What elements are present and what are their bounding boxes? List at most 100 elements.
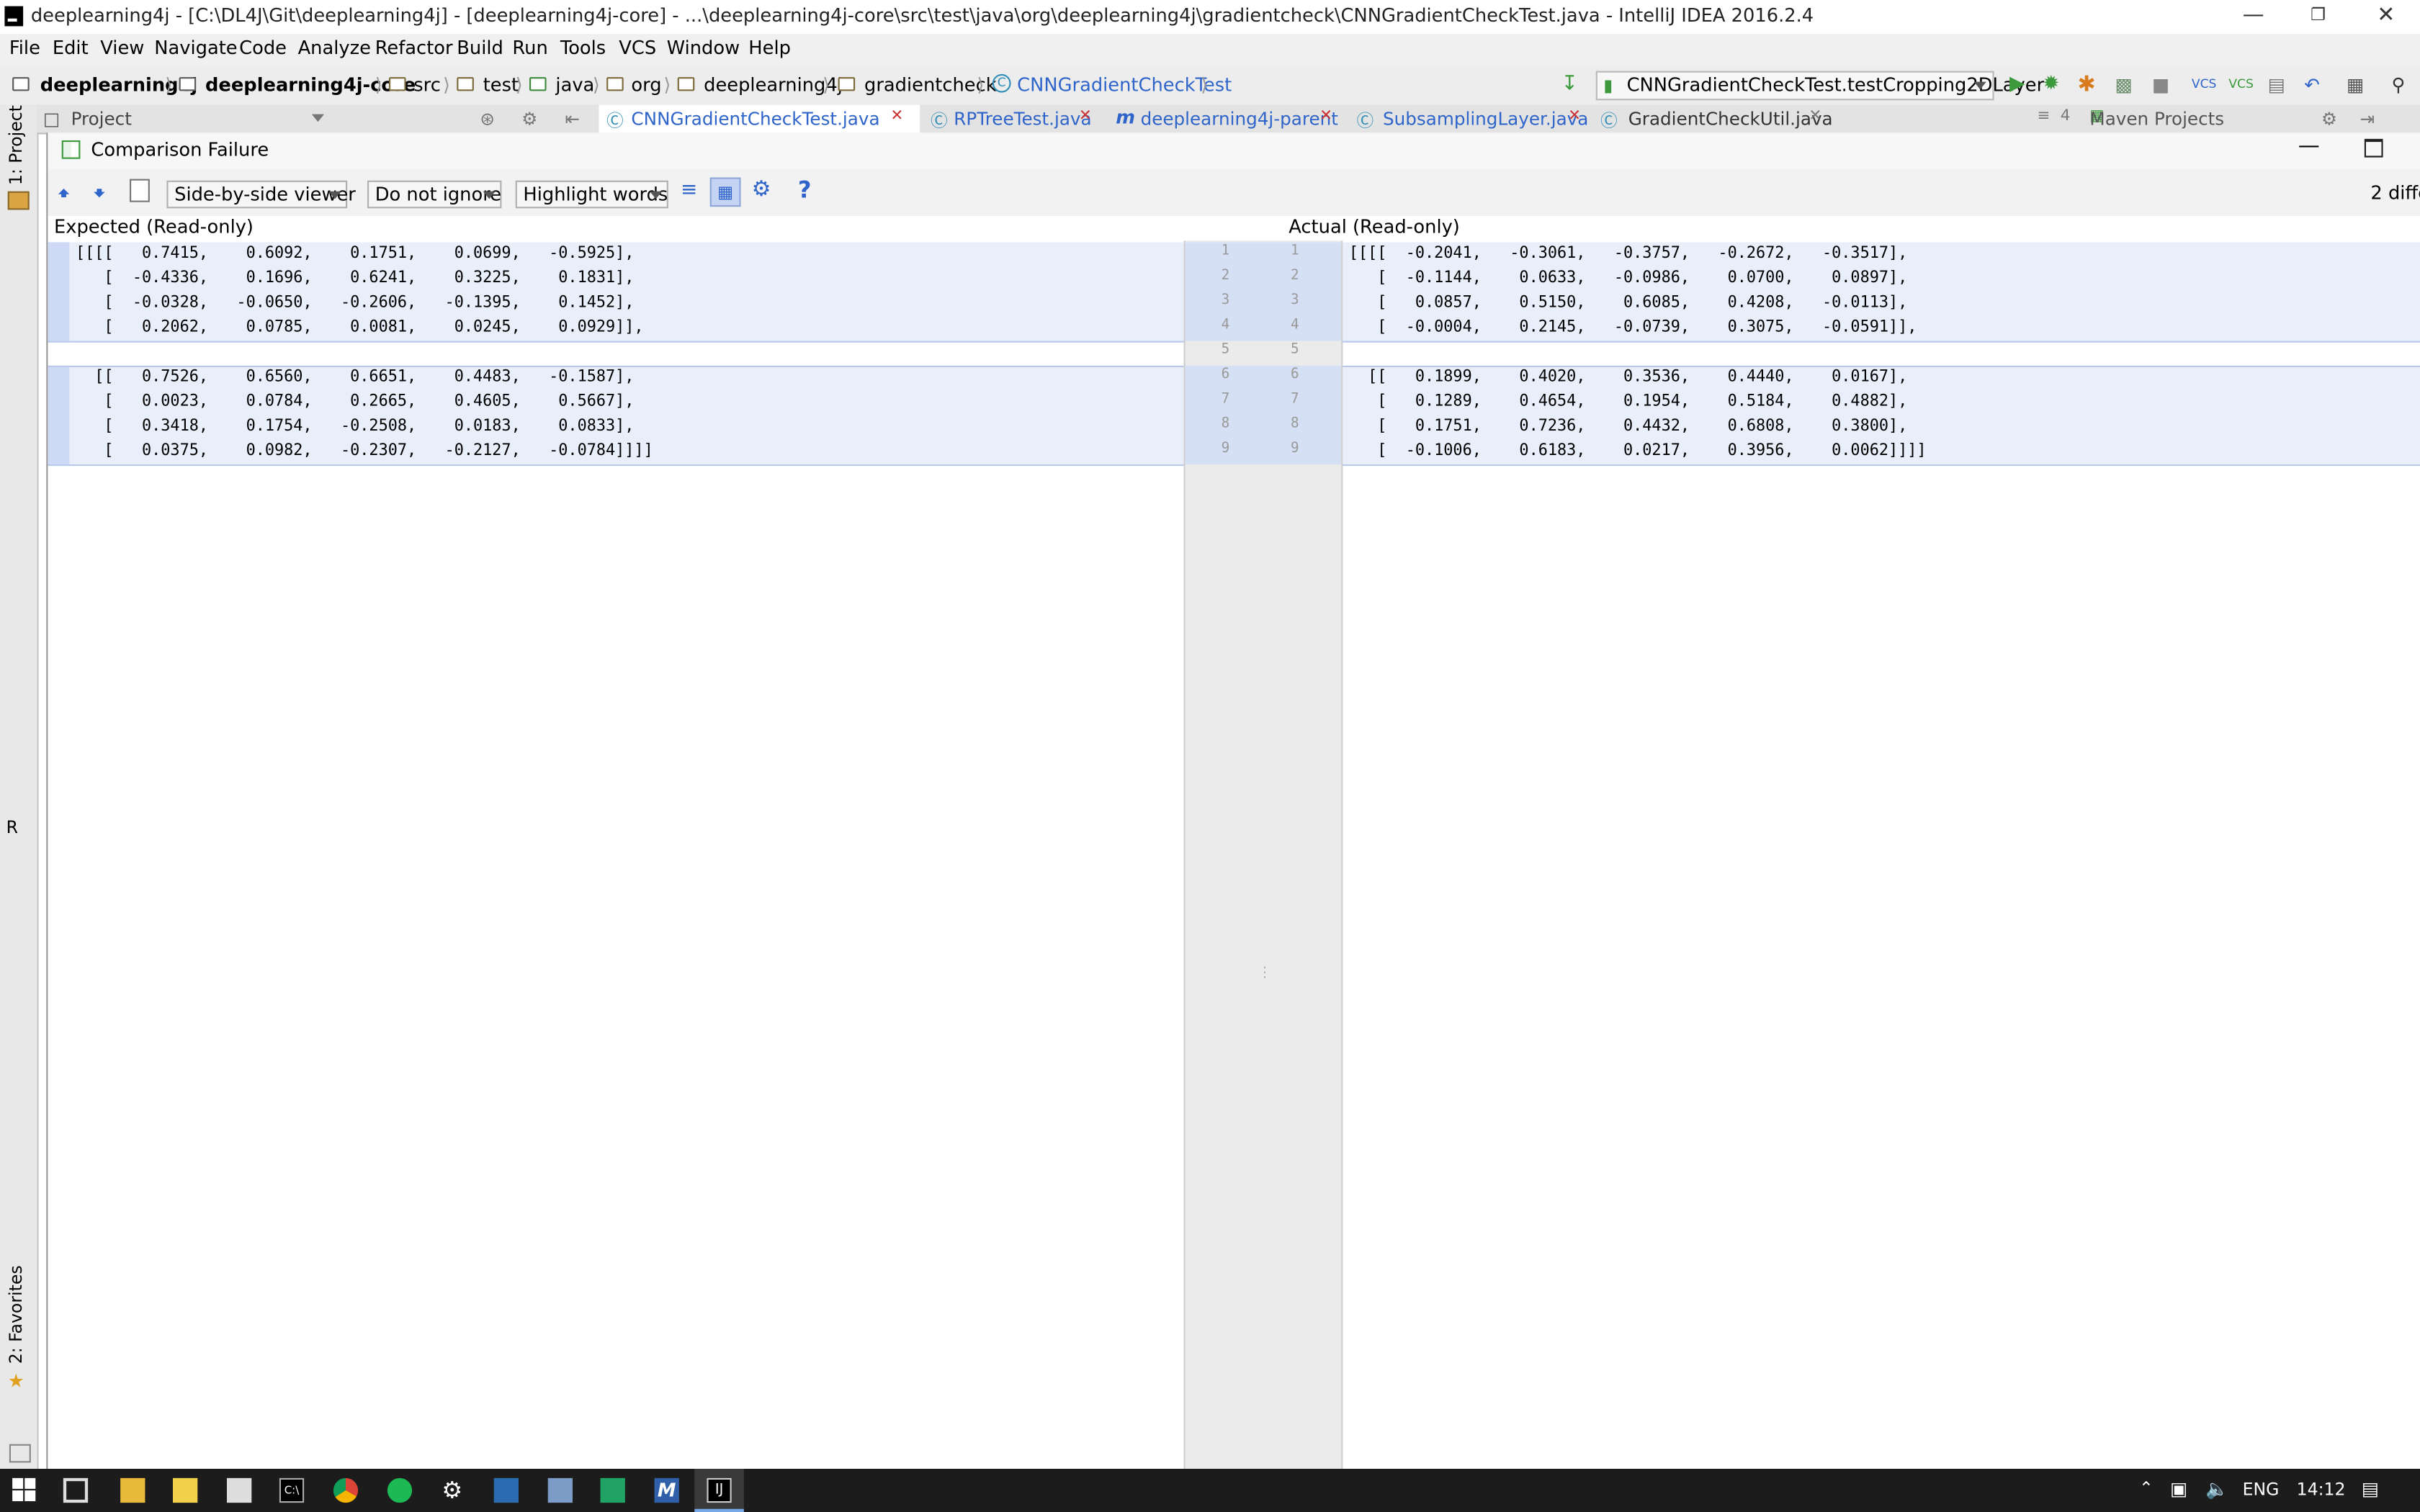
menu-help[interactable]: Help: [748, 37, 791, 58]
menu-view[interactable]: View: [100, 37, 144, 58]
diff-icon: [61, 140, 81, 159]
panel-toggle-icon[interactable]: [9, 1444, 31, 1463]
close-icon[interactable]: ✕: [890, 108, 903, 125]
menu-analyze[interactable]: Analyze: [298, 37, 371, 58]
ignore-mode-select[interactable]: Do not ignore: [367, 180, 502, 209]
debug-icon[interactable]: ✹: [2040, 73, 2062, 96]
line-number: 8: [1221, 416, 1230, 432]
run-icon[interactable]: ▶: [2007, 73, 2028, 96]
settings-gear-icon[interactable]: ⚙: [521, 108, 537, 130]
splitter-handle[interactable]: ⋮: [1258, 966, 1271, 981]
maven-projects-tab[interactable]: Maven Projects: [2089, 108, 2224, 130]
next-difference-icon[interactable]: 🠻: [93, 177, 106, 214]
outlook-icon[interactable]: [493, 1477, 519, 1503]
vcs-update-icon[interactable]: VCS: [2192, 74, 2217, 96]
menu-window[interactable]: Window: [667, 37, 740, 58]
tool-tab-project-panel[interactable]: Project: [71, 108, 132, 130]
breadcrumb-cnngradientchecktest[interactable]: CNNGradientCheckTest: [1017, 74, 1232, 96]
help-icon[interactable]: ?: [798, 176, 812, 204]
tool-tab-r[interactable]: R: [6, 818, 18, 838]
settings-gear-icon[interactable]: ⚙: [752, 177, 771, 202]
tab-rptreetest[interactable]: Ⓒ RPTreeTest.java ✕: [923, 105, 1105, 133]
vcs-commit-icon[interactable]: VCS: [2228, 74, 2254, 96]
restore-window-button[interactable]: ❐: [2287, 0, 2349, 34]
photos-icon[interactable]: [547, 1477, 573, 1503]
line-number: 6: [1291, 366, 1299, 383]
breadcrumb-deeplearning4j-core[interactable]: deeplearning4j-core: [205, 74, 416, 96]
file-explorer-icon[interactable]: [120, 1477, 145, 1503]
maven-icon: m: [1116, 106, 1136, 128]
chrome-icon[interactable]: [333, 1477, 359, 1503]
intellij-taskbar-button[interactable]: IJ: [694, 1468, 744, 1512]
breadcrumb-src[interactable]: src: [413, 74, 441, 96]
language-indicator[interactable]: ENG: [2243, 1480, 2280, 1500]
run-configuration-select[interactable]: ▮ CNNGradientCheckTest.testCropping2DLay…: [1595, 71, 2044, 101]
chevron-down-icon[interactable]: [311, 114, 324, 122]
profile-icon[interactable]: ▩: [2113, 74, 2135, 96]
action-center-icon[interactable]: ▤: [2362, 1478, 2379, 1500]
menu-tools[interactable]: Tools: [560, 37, 606, 58]
collapse-unchanged-icon[interactable]: ≡: [681, 179, 697, 202]
revert-icon[interactable]: ↶: [2301, 74, 2323, 96]
menu-refactor[interactable]: Refactor: [375, 37, 453, 58]
previous-difference-icon[interactable]: 🠹: [57, 177, 70, 214]
tab-deeplearning4j-parent[interactable]: m deeplearning4j-parent ✕: [1108, 105, 1346, 133]
stop-icon[interactable]: ■: [2150, 74, 2172, 96]
code-line: [[[[ -0.2041, -0.3061, -0.3757, -0.2672,…: [1348, 245, 1908, 263]
menu-run[interactable]: Run: [512, 37, 547, 58]
collapse-icon[interactable]: ⊛: [480, 108, 495, 130]
tab-gradientcheckutil[interactable]: Ⓒ GradientCheckUtil.java ✕: [1592, 105, 1837, 133]
tool-tab-favorites[interactable]: 2: Favorites: [6, 1265, 27, 1364]
menu-code[interactable]: Code: [239, 37, 287, 58]
tool-tab-project[interactable]: 1: Project: [6, 105, 27, 185]
viewer-mode-select[interactable]: Side-by-side viewer: [166, 180, 356, 209]
close-icon[interactable]: ✕: [1809, 108, 1821, 125]
minimize-window-button[interactable]: —: [2223, 0, 2285, 34]
menu-vcs[interactable]: VCS: [619, 37, 656, 58]
search-everywhere-icon[interactable]: ⚲: [2388, 74, 2409, 96]
highlight-mode-select[interactable]: Highlight words: [515, 180, 668, 209]
breadcrumb-deeplearning4j[interactable]: deeplearning4j: [40, 74, 198, 96]
clion-icon[interactable]: [600, 1477, 625, 1503]
settings-gear-icon[interactable]: ⚙: [2321, 108, 2337, 130]
tab-cnngradientchecktest[interactable]: Ⓒ CNNGradientCheckTest.java ✕: [599, 104, 920, 133]
edit-source-icon[interactable]: [130, 179, 150, 202]
tab-overflow-count[interactable]: 4: [2061, 108, 2071, 125]
volume-icon[interactable]: 🔈: [2205, 1478, 2228, 1500]
maple-icon[interactable]: M: [654, 1477, 679, 1503]
coverage-icon[interactable]: ✱: [2076, 74, 2097, 96]
tab-subsamplinglayer[interactable]: Ⓒ SubsamplingLayer.java ✕: [1349, 105, 1590, 133]
breadcrumb-java[interactable]: java: [555, 74, 594, 96]
spotify-icon[interactable]: [387, 1477, 413, 1503]
breadcrumb-deeplearning4j-package[interactable]: deeplearning4j: [704, 74, 843, 96]
breadcrumb-org[interactable]: org: [631, 74, 661, 96]
start-button-icon[interactable]: [12, 1477, 37, 1503]
project-structure-icon[interactable]: ▦: [2344, 74, 2366, 96]
vcs-history-icon[interactable]: ▤: [2266, 74, 2287, 96]
synchronize-scrolling-icon[interactable]: ▦: [709, 177, 741, 207]
network-icon[interactable]: ▣: [2170, 1478, 2187, 1500]
make-project-icon[interactable]: ↧: [1559, 73, 1580, 96]
hide-panel-icon[interactable]: ⇤: [565, 108, 580, 130]
clock[interactable]: 14:12: [2297, 1480, 2346, 1500]
notepad-icon[interactable]: [173, 1477, 198, 1503]
minimize-dialog-button[interactable]: —: [2298, 134, 2320, 158]
close-icon[interactable]: ✕: [1319, 108, 1332, 125]
menu-file[interactable]: File: [9, 37, 40, 58]
menu-navigate[interactable]: Navigate: [154, 37, 237, 58]
chevron-up-icon[interactable]: ⌃: [2139, 1478, 2154, 1498]
calculator-icon[interactable]: [227, 1477, 252, 1503]
close-window-button[interactable]: ✕: [2355, 0, 2417, 34]
close-icon[interactable]: ✕: [1079, 108, 1092, 125]
menu-build[interactable]: Build: [457, 37, 503, 58]
line-number: 9: [1221, 441, 1230, 457]
close-icon[interactable]: ✕: [1568, 108, 1581, 125]
settings-gear-icon[interactable]: ⚙: [440, 1478, 465, 1503]
menu-edit[interactable]: Edit: [53, 37, 89, 58]
tab-overflow-icon[interactable]: ≡: [2038, 108, 2051, 125]
task-view-icon[interactable]: [63, 1477, 89, 1503]
maximize-dialog-button[interactable]: [2364, 138, 2383, 158]
hide-panel-icon[interactable]: ⇥: [2360, 108, 2375, 130]
command-prompt-icon[interactable]: C:\: [279, 1477, 305, 1503]
breadcrumb-test[interactable]: test: [483, 74, 519, 96]
